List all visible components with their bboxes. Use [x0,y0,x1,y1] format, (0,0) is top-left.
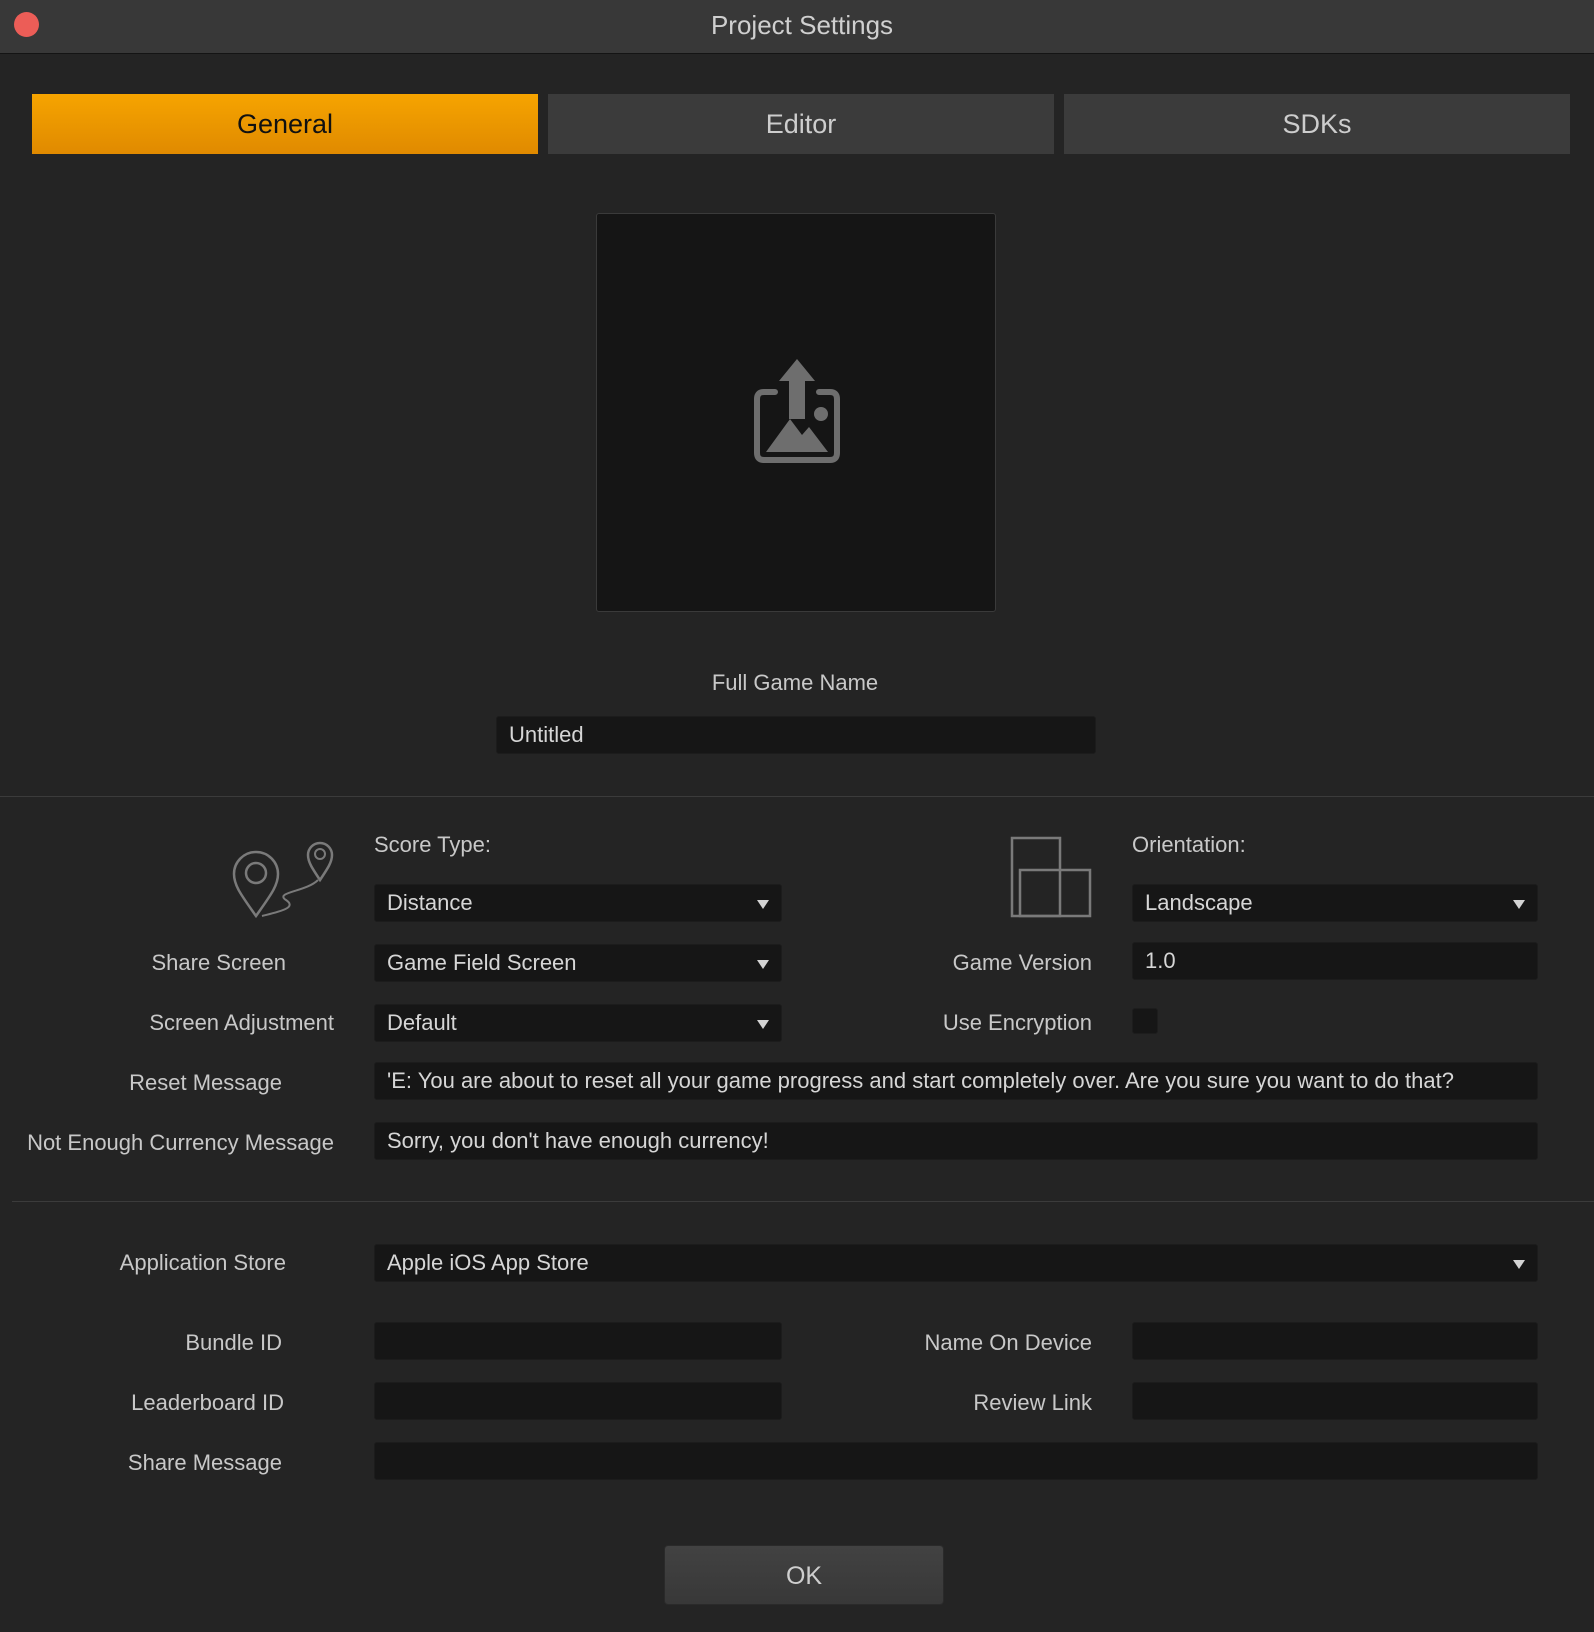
reset-message-label: Reset Message [129,1070,282,1095]
section-divider [12,1201,1594,1202]
score-type-label: Score Type: [374,832,491,857]
application-store-select[interactable]: Apple iOS App Store [374,1244,1538,1282]
name-on-device-input[interactable] [1132,1322,1538,1360]
share-screen-select[interactable]: Game Field Screen [374,944,782,982]
currency-message-input[interactable]: Sorry, you don't have enough currency! [374,1122,1538,1160]
orientation-select[interactable]: Landscape [1132,884,1538,922]
reset-message-input[interactable]: 'E: You are about to reset all your game… [374,1062,1538,1100]
full-game-name-label: Full Game Name [711,670,879,695]
orientation-icon [1010,836,1092,918]
bundle-id-label: Bundle ID [185,1330,282,1355]
leaderboard-id-label: Leaderboard ID [131,1390,284,1415]
share-message-label: Share Message [127,1450,282,1475]
review-link-input[interactable] [1132,1382,1538,1420]
map-pin-route-icon [232,841,334,919]
share-screen-label: Share Screen [151,950,286,975]
tab-general[interactable]: General [32,94,538,154]
app-icon-dropzone[interactable] [596,213,996,612]
bundle-id-input[interactable] [374,1322,782,1360]
use-encryption-label: Use Encryption [942,1010,1092,1035]
screen-adjustment-select[interactable]: Default [374,1004,782,1042]
tab-sdks[interactable]: SDKs [1064,94,1570,154]
game-version-input[interactable]: 1.0 [1132,942,1538,980]
tab-editor[interactable]: Editor [548,94,1054,154]
application-store-label: Application Store [119,1250,286,1275]
full-game-name-input[interactable]: Untitled [496,716,1096,754]
ok-button[interactable]: OK [664,1545,944,1605]
game-version-label: Game Version [952,950,1092,975]
name-on-device-label: Name On Device [924,1330,1092,1355]
image-upload-icon [754,359,840,463]
use-encryption-checkbox[interactable] [1132,1008,1158,1034]
review-link-label: Review Link [973,1390,1092,1415]
leaderboard-id-input[interactable] [374,1382,782,1420]
section-divider [0,796,1594,797]
screen-adjustment-label: Screen Adjustment [149,1010,334,1035]
window-title: Project Settings [710,10,894,40]
share-message-input[interactable] [374,1442,1538,1480]
score-type-select[interactable]: Distance [374,884,782,922]
currency-message-label: Not Enough Currency Message [27,1130,334,1155]
orientation-label: Orientation: [1132,832,1246,857]
